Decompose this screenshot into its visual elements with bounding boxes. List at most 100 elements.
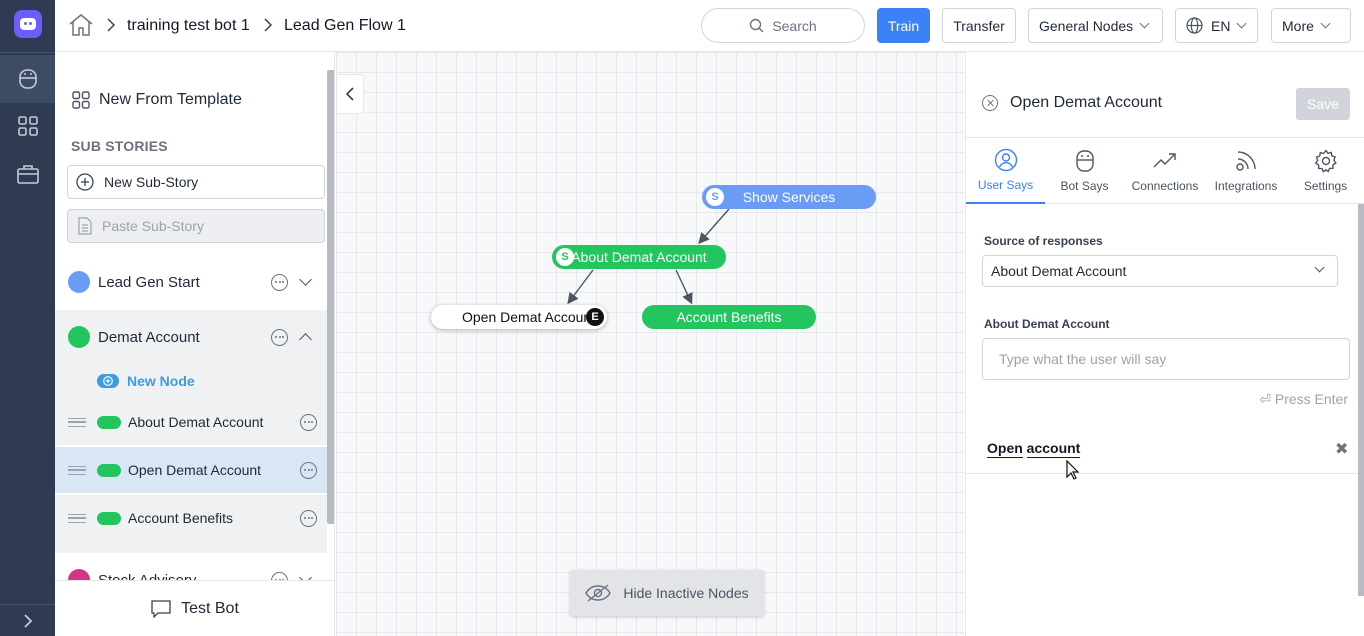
search-icon [750,18,764,33]
home-icon[interactable] [67,12,95,41]
train-button[interactable]: Train [877,8,930,43]
general-nodes-dropdown[interactable]: General Nodes [1028,8,1163,43]
add-node-icon [97,374,119,388]
press-enter-hint: ⏎ Press Enter [1259,391,1348,407]
briefcase-icon[interactable] [0,150,55,198]
new-from-template-label: New From Template [99,91,242,108]
group-footer [55,541,327,553]
more-options-icon[interactable] [300,509,317,527]
source-of-responses-select[interactable]: About Demat Account [982,255,1338,287]
test-bot-button[interactable]: Test Bot [55,580,334,636]
flow-canvas[interactable]: S Show Services S About Demat Account Op… [336,52,964,636]
tab-label: Bot Says [1060,179,1109,193]
utterance-token[interactable]: Open [987,440,1023,458]
node-item-about-demat-account[interactable]: About Demat Account [55,399,327,445]
new-sub-story-label: New Sub-Story [104,174,199,190]
utterance-text[interactable]: Open account [987,440,1081,458]
delete-utterance-icon[interactable]: ✖ [1335,439,1348,459]
sub-story-color-dot [68,271,90,293]
flow-node-account-benefits[interactable]: Account Benefits [642,305,816,329]
top-bar: training test bot 1 Lead Gen Flow 1 Sear… [55,0,1364,52]
plus-circle-icon [76,173,94,191]
new-sub-story-button[interactable]: New Sub-Story [67,165,325,199]
sub-story-color-dot [68,326,90,348]
chat-icon [151,599,171,618]
eye-off-icon [585,584,612,602]
flow-node-label: Show Services [742,189,836,205]
utterance-token[interactable]: account [1026,440,1081,458]
sub-story-lead-gen-start[interactable]: Lead Gen Start [55,255,327,309]
more-options-icon[interactable] [300,461,317,479]
node-connectors [567,208,730,305]
tab-label: User Says [977,178,1034,192]
bot-logo-icon[interactable] [14,10,42,38]
tab-connections[interactable]: Connections [1124,138,1206,204]
broadcast-icon [1236,151,1256,171]
right-panel-scrollbar[interactable] [1358,204,1364,596]
flow-node-about-demat-account[interactable]: S About Demat Account [552,245,726,269]
tab-label: Integrations [1214,179,1278,193]
user-icon [994,148,1017,172]
tab-integrations[interactable]: Integrations [1206,138,1286,204]
paste-sub-story-label: Paste Sub-Story [102,218,204,234]
drag-handle-icon[interactable] [68,465,86,475]
tab-bot-says[interactable]: Bot Says [1045,138,1124,204]
more-options-icon[interactable] [271,328,288,346]
globe-icon [1186,17,1203,34]
start-badge: S [556,248,574,266]
flow-node-open-demat-account[interactable]: Open Demat Account E [431,305,607,329]
trend-icon [1153,153,1176,168]
transfer-button[interactable]: Transfer [942,8,1016,43]
node-color-pill [97,511,121,525]
language-dropdown[interactable]: EN [1175,8,1258,43]
drag-handle-icon[interactable] [68,417,86,427]
node-color-pill [97,463,121,477]
apps-grid-icon[interactable] [0,102,55,150]
more-options-icon[interactable] [300,413,317,431]
utterance-input-label: About Demat Account [984,317,1110,331]
node-item-label: Account Benefits [128,510,234,526]
template-grid-icon [72,91,90,109]
more-options-icon[interactable] [271,273,288,291]
search-button[interactable]: Search [701,8,865,43]
hide-inactive-nodes-button[interactable]: Hide Inactive Nodes [570,570,764,616]
chevron-right-icon[interactable] [0,604,55,636]
tab-user-says[interactable]: User Says [966,138,1045,204]
node-item-label: Open Demat Account [128,462,262,478]
new-from-template-button[interactable]: New From Template [71,90,242,110]
new-node-button[interactable]: New Node [97,373,195,389]
bot-icon [1075,150,1094,172]
node-details-tabs: User Says Bot Says Connections Integrati… [966,137,1364,204]
sub-story-label: Demat Account [98,328,200,346]
utterance-input[interactable] [982,338,1350,380]
left-panel-scrollbar[interactable] [327,70,334,524]
node-item-account-benefits[interactable]: Account Benefits [55,495,327,541]
drag-handle-icon[interactable] [68,513,86,523]
chevron-down-icon[interactable] [299,273,312,286]
tab-label: Connections [1131,179,1199,193]
breadcrumb-bot[interactable]: training test bot 1 [127,17,250,35]
node-details-panel: Open Demat Account Save User Says Bot Sa… [965,52,1364,636]
sub-stories-panel: New From Template SUB STORIES New Sub-St… [55,52,335,636]
node-item-open-demat-account[interactable]: Open Demat Account [55,447,327,493]
gear-icon [1314,149,1337,173]
close-icon[interactable] [982,95,998,111]
tab-settings[interactable]: Settings [1286,138,1364,204]
new-node-label: New Node [127,373,195,389]
bot-icon[interactable] [0,55,55,103]
icon-rail [0,0,55,636]
document-icon [78,217,92,235]
more-dropdown[interactable]: More [1271,8,1351,43]
search-label: Search [772,17,817,34]
save-button[interactable]: Save [1296,88,1350,120]
flow-node-label: Open Demat Account [462,309,596,325]
chevron-down-icon [1139,18,1150,29]
utterance-row[interactable]: Open account ✖ [966,426,1359,474]
chevron-up-icon[interactable] [299,333,312,346]
breadcrumb-separator-icon [107,18,115,32]
language-label: EN [1211,17,1231,34]
flow-node-show-services[interactable]: S Show Services [702,185,876,209]
paste-sub-story-button[interactable]: Paste Sub-Story [67,209,325,243]
chevron-down-icon [1320,18,1331,29]
sub-story-demat-account[interactable]: Demat Account [55,310,327,364]
